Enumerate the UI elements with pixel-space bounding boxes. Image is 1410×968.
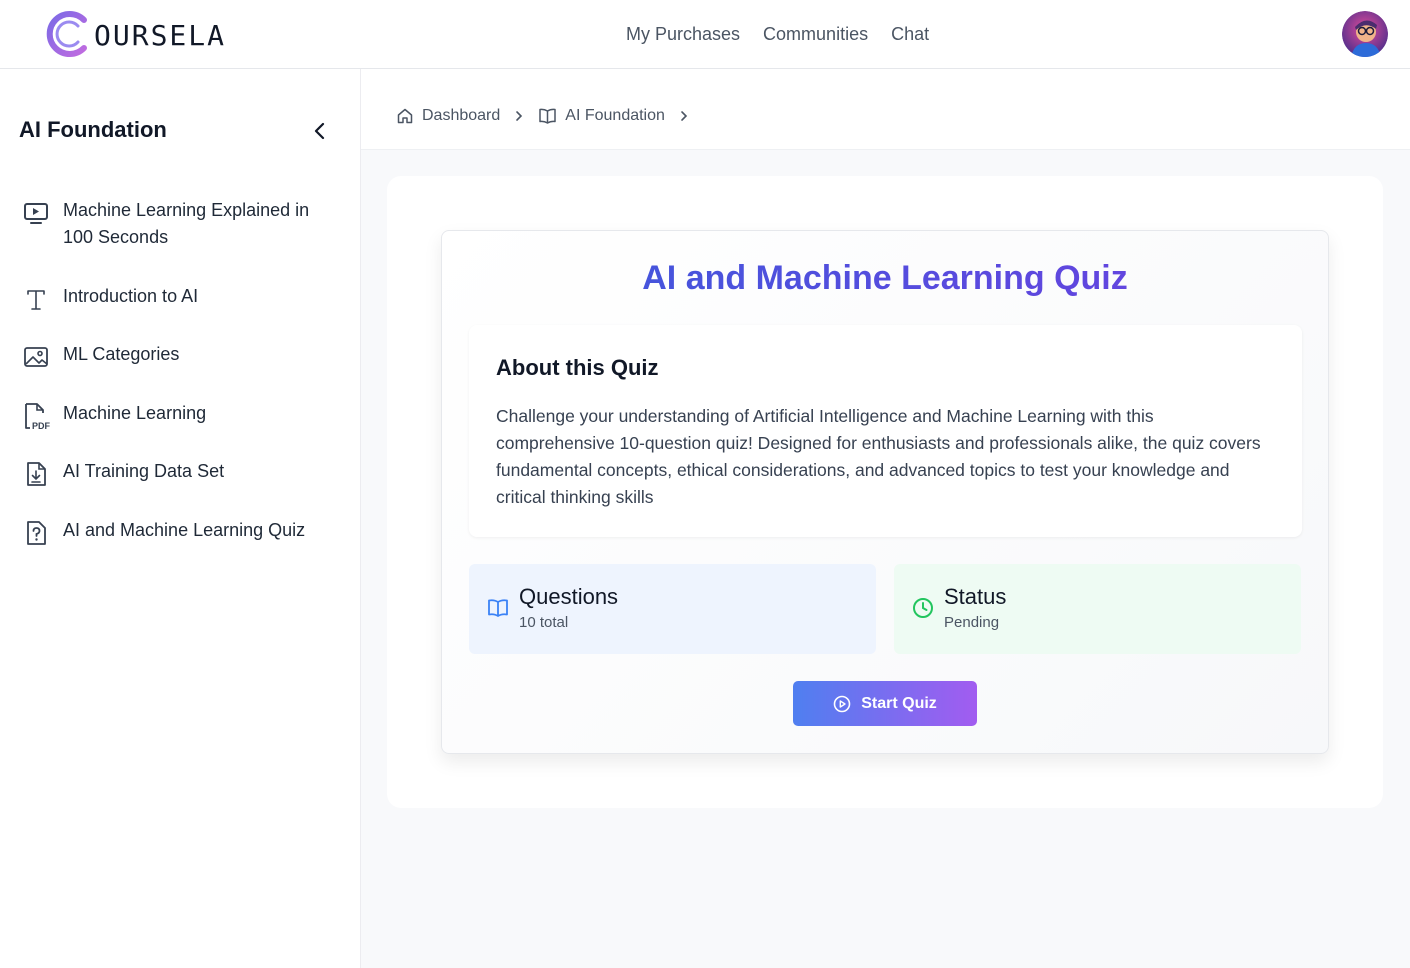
start-quiz-button[interactable]: Start Quiz (793, 681, 977, 726)
breadcrumb-dashboard[interactable]: Dashboard (396, 107, 500, 125)
questions-count: 10 total (519, 614, 569, 631)
course-sidebar: AI Foundation Machine Learning Explained… (0, 69, 361, 968)
questions-stat: Questions 10 total (469, 564, 876, 654)
lesson-label: ML Categories (63, 344, 180, 364)
breadcrumb: Dashboard AI Foundation (396, 107, 703, 125)
svg-text:PDF: PDF (32, 421, 51, 431)
breadcrumb-bar: Dashboard AI Foundation (361, 69, 1410, 150)
status-value: Pending (944, 614, 1000, 631)
text-icon (20, 283, 52, 315)
questions-label: Questions (519, 584, 619, 609)
book-icon (539, 108, 557, 124)
image-icon (20, 341, 52, 373)
logo-c-icon (46, 11, 87, 57)
pdf-icon: PDF (20, 400, 52, 432)
lesson-label: AI Training Data Set (63, 461, 225, 481)
status-label: Status (944, 584, 1007, 609)
brand-name: OURSELA (94, 18, 227, 52)
chevron-left-icon (314, 122, 325, 140)
chevron-right-icon (514, 110, 524, 122)
status-stat: Status Pending (894, 564, 1301, 654)
user-avatar[interactable] (1342, 11, 1388, 57)
about-description: Challenge your understanding of Artifici… (496, 406, 1261, 507)
play-circle-icon (833, 695, 851, 712)
brand-logo[interactable]: OURSELA (44, 10, 226, 58)
main-content: Dashboard AI Foundation AI and Machine L… (361, 69, 1410, 968)
lesson-item[interactable]: AI Training Data Set (20, 458, 340, 490)
nav-communities[interactable]: Communities (763, 22, 868, 46)
start-quiz-label: Start Quiz (861, 694, 937, 712)
top-navbar: OURSELA My Purchases Communities Chat (0, 0, 1410, 69)
avatar-icon (1342, 11, 1388, 57)
book-open-icon (486, 596, 510, 620)
lesson-item[interactable]: Introduction to AI (20, 283, 340, 315)
about-heading: About this Quiz (496, 355, 659, 380)
quiz-icon (20, 517, 52, 549)
breadcrumb-label: AI Foundation (565, 107, 665, 124)
nav-my-purchases[interactable]: My Purchases (626, 22, 740, 46)
main-nav: My Purchases Communities Chat (626, 22, 929, 46)
about-quiz-box: About this Quiz Challenge your understan… (469, 325, 1302, 537)
home-icon (397, 108, 413, 124)
lesson-label: Introduction to AI (63, 286, 199, 306)
file-download-icon (20, 458, 52, 490)
sidebar-title: AI Foundation (19, 117, 167, 142)
clock-icon (911, 596, 935, 620)
quiz-card: AI and Machine Learning Quiz About this … (441, 230, 1329, 754)
breadcrumb-course[interactable]: AI Foundation (538, 107, 665, 125)
lesson-label: Machine Learning Explained in 100 Second… (63, 200, 310, 247)
breadcrumb-label: Dashboard (422, 107, 501, 124)
video-icon (20, 197, 52, 229)
nav-chat[interactable]: Chat (891, 22, 929, 46)
chevron-right-icon (679, 110, 689, 122)
collapse-sidebar-button[interactable] (306, 117, 334, 145)
lesson-item[interactable]: PDF Machine Learning (20, 400, 340, 432)
lesson-label: Machine Learning (63, 403, 207, 423)
content-panel: AI and Machine Learning Quiz About this … (387, 176, 1383, 808)
lesson-item[interactable]: Machine Learning Explained in 100 Second… (20, 197, 340, 251)
lesson-label: AI and Machine Learning Quiz (63, 520, 306, 540)
lesson-item[interactable]: AI and Machine Learning Quiz (20, 517, 340, 549)
lesson-item[interactable]: ML Categories (20, 341, 340, 373)
quiz-title: AI and Machine Learning Quiz (442, 259, 1328, 298)
